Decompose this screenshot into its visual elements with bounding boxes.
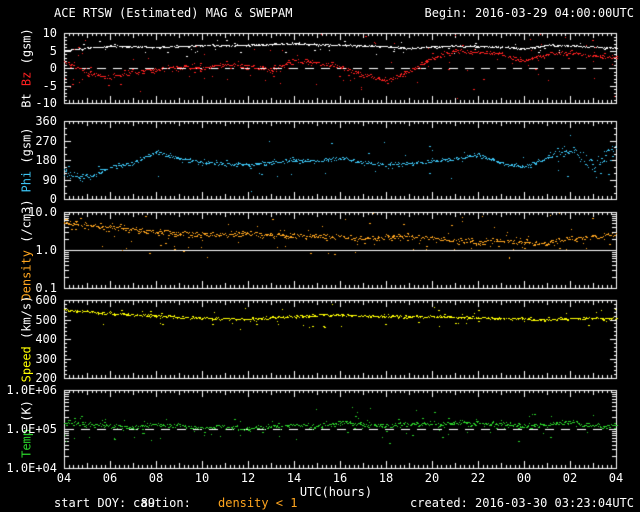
phi-ytick-label: 90 <box>42 173 57 187</box>
axis-title-part: (K) <box>19 400 34 422</box>
caution-label: caution: <box>133 496 191 510</box>
x-tick-label: 14 <box>286 471 302 485</box>
speed-ytick-label: 500 <box>35 313 57 327</box>
x-axis-title: UTC(hours) <box>299 485 373 499</box>
phi-ytick-label: 270 <box>35 134 57 148</box>
x-tick-label: 06 <box>102 471 118 485</box>
x-tick-label: 00 <box>516 471 532 485</box>
x-tick-label: 18 <box>378 471 394 485</box>
x-tick-label: 10 <box>194 471 210 485</box>
created-timestamp: created: 2016-03-30 03:23:04UTC <box>410 496 634 510</box>
x-tick-label: 16 <box>332 471 348 485</box>
bt_bz-ytick-label: -10 <box>35 96 57 110</box>
bt_bz-ytick-label: -5 <box>42 79 57 93</box>
bt_bz-ytick-label: 0 <box>49 61 57 75</box>
speed-ytick-label: 600 <box>35 293 57 307</box>
temp-ytick-label: 1.0E+06 <box>6 383 57 397</box>
speed-ytick-label: 400 <box>35 332 57 346</box>
temp-ytick-label: 1.0E+05 <box>6 422 57 436</box>
ace-rtsw-plot: ACE RTSW (Estimated) MAG & SWEPAM Begin:… <box>0 0 640 512</box>
bt_bz-ytick-label: 10 <box>42 26 57 40</box>
x-tick-label: 12 <box>240 471 256 485</box>
begin-timestamp: Begin: 2016-03-29 04:00:00UTC <box>424 6 634 20</box>
page-title: ACE RTSW (Estimated) MAG & SWEPAM <box>54 6 293 20</box>
bt_bz-ytick-label: 5 <box>49 44 57 58</box>
x-tick-label: 04 <box>56 471 72 485</box>
x-tick-label: 22 <box>470 471 486 485</box>
x-tick-label: 04 <box>608 471 624 485</box>
x-tick-label: 20 <box>424 471 440 485</box>
speed-ytick-label: 300 <box>35 352 57 366</box>
phi-ytick-label: 180 <box>35 153 57 167</box>
x-tick-label: 02 <box>562 471 578 485</box>
caution-value: density < 1 <box>218 496 298 510</box>
x-tick-label: 08 <box>148 471 164 485</box>
plot-canvas <box>0 0 640 512</box>
phi-ytick-label: 360 <box>35 114 57 128</box>
density-ytick-label: 1.0 <box>35 243 57 257</box>
density-ytick-label: 10.0 <box>28 205 57 219</box>
